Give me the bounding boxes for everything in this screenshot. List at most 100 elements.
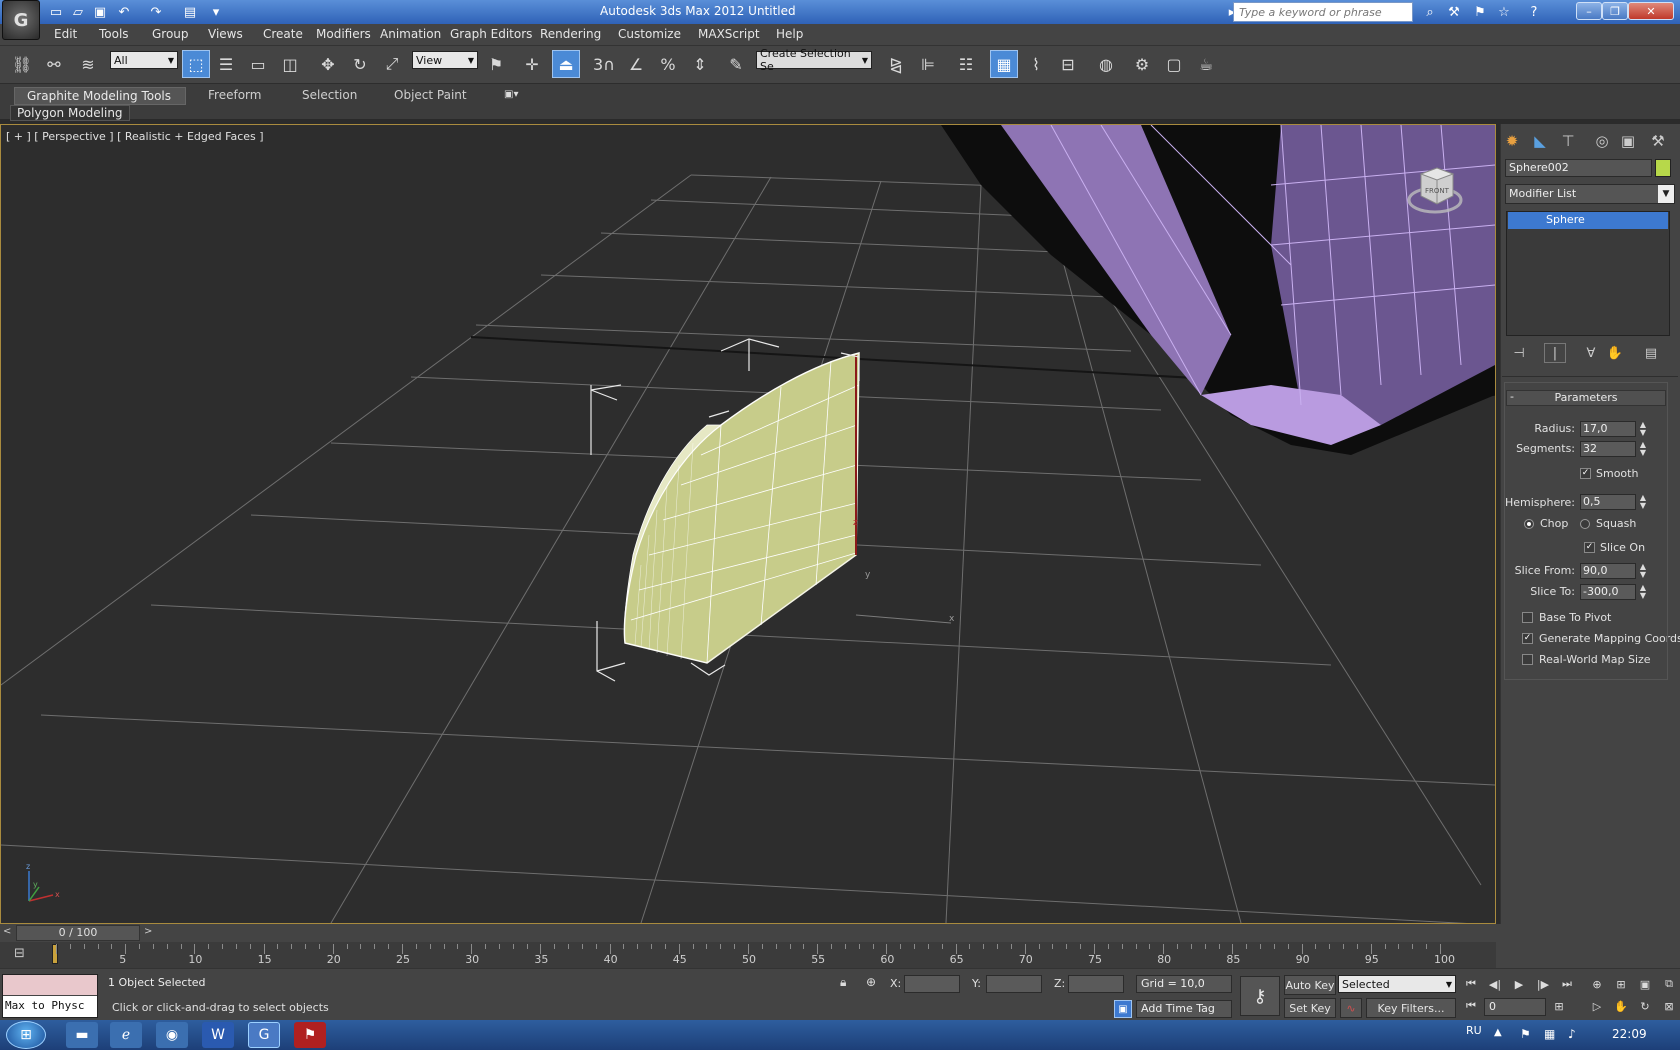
app-logo-button[interactable]: G — [2, 0, 40, 40]
tab-freeform[interactable]: Freeform — [196, 87, 273, 105]
tab-object-paint[interactable]: Object Paint — [382, 87, 479, 105]
mini-curve-editor-icon[interactable]: ⊟ — [14, 946, 34, 964]
motion-tab-icon[interactable]: ◎ — [1590, 130, 1614, 152]
window-crossing-icon[interactable]: ◫ — [276, 50, 304, 78]
reference-coordinate-dropdown[interactable]: View ▼ — [412, 51, 478, 69]
rectangular-selection-icon[interactable]: ▭ — [244, 50, 272, 78]
next-key-icon[interactable]: |▶ — [1532, 975, 1554, 993]
stack-item-sphere[interactable]: Sphere — [1508, 212, 1668, 229]
orbit-icon[interactable]: ↻ — [1634, 997, 1656, 1015]
subscription-icon[interactable]: ⚒ — [1444, 3, 1464, 21]
save-file-icon[interactable]: ▣ — [90, 3, 110, 21]
object-name-field[interactable]: Sphere002 — [1505, 159, 1652, 177]
time-slider-thumb[interactable]: 0 / 100 — [16, 925, 140, 941]
tray-expand-icon[interactable]: ▲ — [1494, 1027, 1502, 1038]
zoom-all-icon[interactable]: ⊞ — [1610, 975, 1632, 993]
render-setup-icon[interactable]: ⚙ — [1128, 50, 1156, 78]
previous-frame-icon[interactable]: ◀| — [1484, 975, 1506, 993]
spinner-snap-icon[interactable]: ⇕ — [686, 50, 714, 78]
schematic-view-icon[interactable]: ⊟ — [1054, 50, 1082, 78]
menu-edit[interactable]: Edit — [54, 27, 77, 41]
help-search-input[interactable]: Type a keyword or phrase — [1233, 2, 1413, 22]
viewport-label-menu[interactable]: [ + ] [ Perspective ] [ Realistic + Edge… — [6, 130, 264, 143]
key-mode-toggle-icon[interactable]: ⏮ — [1460, 997, 1482, 1015]
menu-animation[interactable]: Animation — [380, 27, 441, 41]
modifier-list-dropdown[interactable]: Modifier List ▼ — [1505, 184, 1675, 204]
key-mode-dropdown[interactable]: Selected ▼ — [1338, 975, 1456, 993]
named-selection-sets-dropdown[interactable]: Create Selection Se ▼ — [756, 47, 872, 73]
maximize-viewport-icon[interactable]: ⊠ — [1658, 997, 1680, 1015]
maxscript-output[interactable] — [3, 975, 97, 995]
menu-maxscript[interactable]: MAXScript — [698, 27, 760, 41]
utilities-tab-icon[interactable]: ⚒ — [1646, 130, 1670, 152]
time-slider[interactable] — [0, 924, 1496, 942]
hierarchy-tab-icon[interactable]: ⊤ — [1556, 130, 1580, 152]
select-by-name-icon[interactable]: ☰ — [212, 50, 240, 78]
next-frame-icon[interactable]: > — [144, 926, 152, 937]
prev-frame-icon[interactable]: < — [3, 926, 11, 937]
bind-to-space-warp-icon[interactable]: ≋ — [74, 50, 102, 78]
viewcube[interactable]: FRONT — [1403, 160, 1463, 218]
project-folder-icon[interactable]: ▤ — [180, 3, 200, 21]
keyboard-shortcut-override-icon[interactable]: ⏏ — [552, 50, 580, 78]
start-button[interactable]: ⊞ — [6, 1021, 46, 1049]
configure-modifier-sets-icon[interactable]: ▤ — [1640, 343, 1662, 363]
menu-views[interactable]: Views — [208, 27, 243, 41]
layer-manager-icon[interactable]: ☷ — [952, 50, 980, 78]
select-object-icon[interactable]: ⬚ — [182, 50, 210, 78]
render-production-icon[interactable]: ☕ — [1192, 50, 1220, 78]
ie-taskbar-icon[interactable]: ℯ — [110, 1022, 142, 1048]
zoom-icon[interactable]: ⊕ — [1586, 975, 1608, 993]
perspective-viewport[interactable]: x y z z x y — [0, 124, 1496, 924]
time-configuration-icon[interactable]: ⊞ — [1548, 997, 1570, 1015]
material-editor-icon[interactable]: ◍ — [1092, 50, 1120, 78]
angle-snap-icon[interactable]: ∠ — [622, 50, 650, 78]
select-and-manipulate-icon[interactable]: ✛ — [518, 50, 546, 78]
sphere002-object[interactable] — [623, 352, 860, 664]
pdf-taskbar-icon[interactable]: ⚑ — [294, 1022, 326, 1048]
ribbon-options-icon[interactable]: ▣▾ — [504, 89, 518, 100]
tab-graphite-modeling-tools[interactable]: Graphite Modeling Tools — [14, 87, 186, 105]
curve-editor-icon[interactable]: ⌇ — [1022, 50, 1050, 78]
percent-snap-icon[interactable]: % — [654, 50, 682, 78]
mirror-icon[interactable]: ⧎ — [882, 50, 910, 78]
selection-lock-icon[interactable]: 🔒︎ — [840, 975, 846, 990]
menu-create[interactable]: Create — [263, 27, 303, 41]
selection-filter-dropdown[interactable]: All ▼ — [110, 51, 178, 69]
menu-group[interactable]: Group — [152, 27, 189, 41]
object-color-swatch[interactable] — [1655, 159, 1671, 177]
new-file-icon[interactable]: ▭ — [46, 3, 66, 21]
pin-stack-icon[interactable]: ⊣ — [1508, 343, 1530, 363]
remove-modifier-icon[interactable]: ✋ — [1604, 343, 1626, 363]
select-and-move-icon[interactable]: ✥ — [314, 50, 342, 78]
create-tab-icon[interactable]: ✹ — [1500, 130, 1524, 152]
snaps-toggle-icon[interactable]: 3 ∩ — [590, 50, 618, 78]
explorer-taskbar-icon[interactable]: ▬ — [66, 1022, 98, 1048]
polygon-modeling-panel[interactable]: Polygon Modeling — [10, 105, 130, 121]
default-tangent-icon[interactable]: ∿ — [1340, 998, 1362, 1018]
maxscript-input[interactable]: Max to Physc — [3, 996, 97, 1017]
field-of-view-icon[interactable]: ▷ — [1586, 997, 1608, 1015]
set-keys-key-icon[interactable]: ⚷ — [1240, 976, 1280, 1016]
menu-help[interactable]: Help — [776, 27, 803, 41]
auto-key-button[interactable]: Auto Key — [1284, 975, 1336, 995]
tab-selection[interactable]: Selection — [290, 87, 369, 105]
undo-icon[interactable]: ↶ — [114, 3, 134, 21]
quick-access-dropdown-icon[interactable]: ▾ — [206, 3, 226, 21]
graphite-ribbon-toggle-icon[interactable]: ▦ — [990, 50, 1018, 78]
modify-tab-icon[interactable]: ◣ — [1528, 130, 1552, 152]
help-icon[interactable]: ? — [1524, 3, 1544, 21]
select-and-rotate-icon[interactable]: ↻ — [346, 50, 374, 78]
action-center-icon[interactable]: ⚑ — [1520, 1027, 1531, 1041]
play-icon[interactable]: ▶ — [1508, 975, 1530, 993]
add-time-tag-button[interactable]: Add Time Tag — [1136, 1000, 1232, 1018]
zoom-extents-all-icon[interactable]: ⧉ — [1658, 975, 1680, 993]
align-icon[interactable]: ⊫ — [914, 50, 942, 78]
y-coordinate-input[interactable] — [986, 975, 1042, 993]
set-key-button[interactable]: Set Key — [1284, 998, 1336, 1018]
go-to-end-icon[interactable]: ⏭ — [1556, 975, 1578, 993]
current-frame-input[interactable]: 0 — [1484, 998, 1546, 1016]
menu-tools[interactable]: Tools — [99, 27, 129, 41]
select-and-link-icon[interactable]: ⛓ — [8, 50, 36, 78]
x-coordinate-input[interactable] — [904, 975, 960, 993]
